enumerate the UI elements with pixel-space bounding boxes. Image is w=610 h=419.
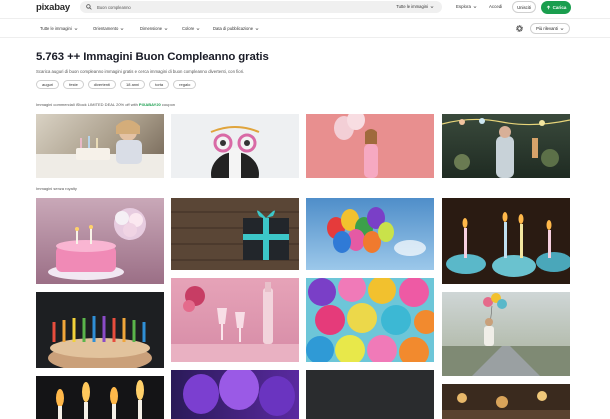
image-thumbnail[interactable]	[306, 370, 434, 419]
sort-select[interactable]: Più rilevanti	[530, 23, 570, 34]
istock-promo[interactable]: Immagini commerciali iStock LIMITED DEAL…	[36, 102, 175, 107]
filter-date[interactable]: Data di pubblicazione	[213, 26, 259, 31]
photo-woman-balloons	[334, 114, 378, 178]
promo-suffix: coupon	[160, 102, 176, 107]
filter-orientation[interactable]: Orientamento	[93, 26, 124, 31]
sort-label: Più rilevanti	[536, 26, 558, 31]
chevron-down-icon	[164, 27, 168, 30]
upload-icon	[546, 4, 550, 9]
image-thumbnail[interactable]	[171, 114, 299, 178]
photo-purple-balloons	[183, 370, 295, 416]
filter-all-images[interactable]: Tutte le immagini	[40, 26, 78, 31]
explore-menu[interactable]: Esplora	[456, 4, 477, 9]
filter-color[interactable]: Colore	[182, 26, 200, 31]
photo-pink-cake-flowers	[48, 208, 146, 280]
explore-label: Esplora	[456, 4, 471, 9]
search-type-select[interactable]: Tutte le immagini	[396, 4, 434, 9]
pixabay-logo[interactable]: pixabay	[36, 2, 70, 13]
photo-gift-box	[171, 198, 299, 270]
royalty-free-label: Immagini senza royalty	[36, 186, 77, 191]
image-thumbnail[interactable]	[171, 370, 299, 419]
tag-chip[interactable]: auguri	[36, 80, 60, 89]
tag-chip[interactable]: divertenti	[87, 80, 117, 89]
tag-chip[interactable]: regalo	[173, 80, 197, 89]
search-type-label: Tutte le immagini	[396, 4, 428, 9]
promo-text: Immagini commerciali iStock LIMITED DEAL…	[36, 102, 139, 107]
image-thumbnail[interactable]	[306, 114, 434, 178]
image-thumbnail[interactable]	[36, 114, 164, 178]
image-thumbnail[interactable]	[171, 198, 299, 270]
chevron-down-icon	[560, 27, 564, 30]
search-input[interactable]	[97, 4, 347, 10]
image-thumbnail[interactable]	[306, 278, 434, 362]
filter-bar: Tutte le immagini Orientamento Dimension…	[0, 18, 610, 38]
login-label: Accedi	[489, 4, 503, 9]
image-thumbnail[interactable]	[442, 292, 570, 376]
photo-girl-balloons-road	[442, 293, 570, 376]
tag-chip[interactable]: feste	[63, 80, 84, 89]
filter-date-label: Data di pubblicazione	[213, 26, 254, 31]
filter-all-images-label: Tutte le immagini	[40, 26, 72, 31]
photo-balloon-pile	[306, 278, 434, 362]
photo-colorful-balloons-sky	[327, 207, 426, 256]
tag-chip[interactable]: 18 anni	[120, 80, 146, 89]
photo-candle-flames	[56, 380, 144, 419]
chevron-down-icon	[255, 27, 259, 30]
join-button[interactable]: Unisciti	[512, 1, 536, 13]
chevron-down-icon	[74, 27, 78, 30]
chevron-down-icon	[430, 5, 434, 8]
image-thumbnail[interactable]	[36, 198, 164, 284]
image-thumbnail[interactable]	[442, 198, 570, 284]
photo-dog-glasses	[210, 126, 260, 178]
join-label: Unisciti	[517, 4, 531, 10]
image-thumbnail[interactable]	[171, 278, 299, 362]
tag-chip[interactable]: torta	[149, 80, 170, 89]
image-thumbnail[interactable]	[442, 114, 570, 178]
login-link[interactable]: Accedi	[489, 4, 502, 9]
upload-button[interactable]: Carica	[541, 0, 571, 14]
gear-icon[interactable]	[515, 24, 523, 32]
search-bar[interactable]: Tutte le immagini	[80, 1, 442, 13]
page-title: 5.763 ++ Immagini Buon Compleanno gratis	[36, 51, 269, 63]
photo-party-table	[442, 391, 570, 419]
chevron-down-icon	[120, 27, 124, 30]
upload-label: Carica	[552, 4, 567, 10]
photo-birthday-candles	[48, 316, 152, 368]
search-icon[interactable]	[83, 1, 95, 13]
promo-code: PIXABAY20	[138, 102, 161, 107]
photo-cupcakes-candles	[446, 212, 570, 277]
top-navigation: pixabay Tutte le immagini Esplora Accedi…	[0, 0, 610, 16]
filter-size-label: Dimensione	[140, 26, 163, 31]
photo-girl-cake	[36, 120, 164, 178]
photo-champagne-pink	[171, 282, 299, 362]
photo-party-outdoor	[442, 118, 570, 178]
tag-list: auguri feste divertenti 18 anni torta re…	[36, 80, 197, 89]
filter-orientation-label: Orientamento	[93, 26, 119, 31]
image-thumbnail[interactable]	[442, 384, 570, 419]
chevron-down-icon	[473, 5, 477, 8]
filter-size[interactable]: Dimensione	[140, 26, 168, 31]
image-thumbnail[interactable]	[36, 376, 164, 419]
image-thumbnail[interactable]	[36, 292, 164, 368]
image-thumbnail[interactable]	[306, 198, 434, 270]
chevron-down-icon	[196, 27, 200, 30]
page-subtitle: Scarica auguri di buon compleanno immagi…	[36, 69, 245, 74]
filter-color-label: Colore	[182, 26, 195, 31]
